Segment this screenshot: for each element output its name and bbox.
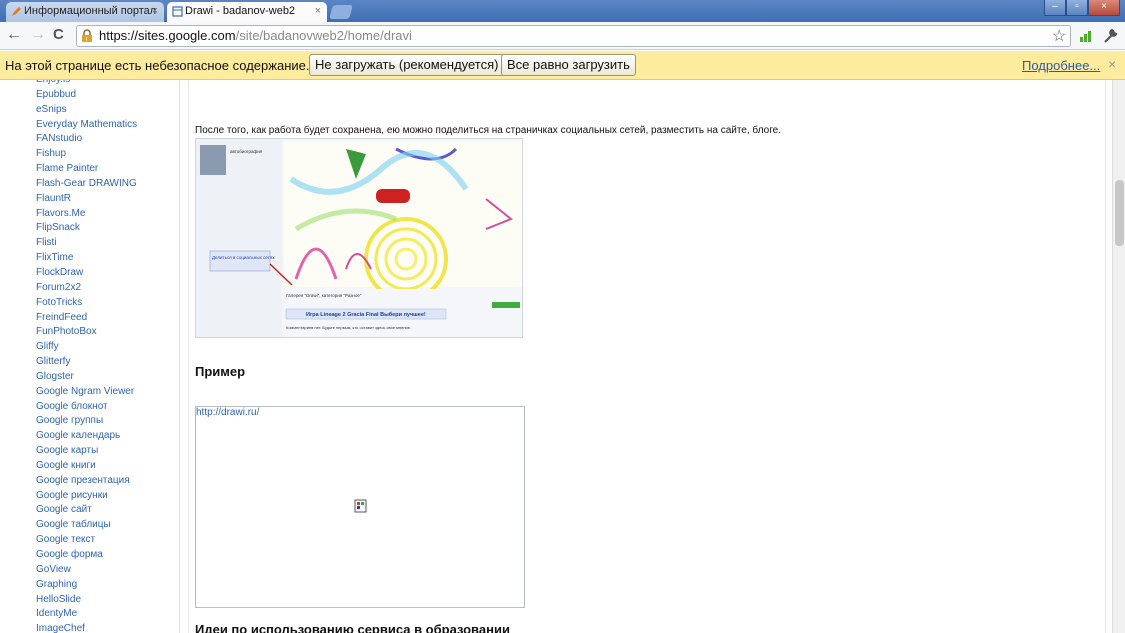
sidebar-link[interactable]: FANstudio (36, 132, 137, 147)
sidebar-link[interactable]: Flame Painter (36, 162, 137, 177)
signal-bars-icon[interactable] (1079, 29, 1093, 43)
sidebar-link[interactable]: FlixTime (36, 251, 137, 266)
sidebar-link[interactable]: Flisti (36, 236, 137, 251)
share-paragraph: После того, как работа будет сохранена, … (195, 125, 781, 136)
reload-icon[interactable]: C (53, 26, 64, 43)
sidebar-link[interactable]: GoView (36, 563, 137, 578)
tab-close-icon[interactable]: × (315, 2, 321, 21)
sidebar-link[interactable]: Google сайт (36, 503, 137, 518)
sidebar-link[interactable]: Google текст (36, 533, 137, 548)
infobar-message: На этой странице есть небезопасное содер… (5, 58, 310, 73)
sidebar-link[interactable]: eSnips (36, 103, 137, 118)
sidebar-link[interactable]: FlockDraw (36, 266, 137, 281)
drawing-illustration: автобиография Делиться в социальных сетя… (196, 139, 522, 337)
sidebar-link[interactable]: ImageChef (36, 622, 137, 633)
sidebar-link[interactable]: Flavors.Me (36, 207, 137, 222)
drawi-screenshot-image: автобиография Делиться в социальных сетя… (195, 138, 523, 338)
sidebar-link[interactable]: Google группы (36, 414, 137, 429)
sidebar-link[interactable]: FotoTricks (36, 296, 137, 311)
sidebar-link[interactable]: Fishup (36, 147, 137, 162)
address-bar[interactable]: ! https://sites.google.com/site/badanovw… (76, 25, 1071, 47)
sidebar-link[interactable]: Google Ngram Viewer (36, 385, 137, 400)
svg-text:!: ! (85, 37, 87, 44)
banner-text: Игра Lineage 2 Gracia Final Выбери лучше… (306, 311, 426, 318)
sidebar-link[interactable]: Google презентация (36, 474, 137, 489)
sidebar-link[interactable]: FlipSnack (36, 221, 137, 236)
embedded-frame: http://drawi.ru/ (195, 406, 525, 608)
share-note-text: Делиться в социальных сетях (212, 255, 275, 260)
sidebar-link[interactable]: Glogster (36, 370, 137, 385)
tab-label: Информационный портал (24, 5, 157, 17)
url-path: /site/badanovweb2/home/dravi (235, 28, 412, 43)
sidebar-link[interactable]: Gliffy (36, 340, 137, 355)
tab-label: Drawi - badanov-web2 (185, 5, 296, 17)
bookmark-star-icon[interactable]: ☆ (1052, 26, 1066, 46)
sidebar-link[interactable]: Google рисунки (36, 489, 137, 504)
sidebar-list: Enjoy.isEpubbudeSnipsEveryday Mathematic… (36, 80, 137, 633)
sidebar-link[interactable]: Google карты (36, 444, 137, 459)
maximize-button[interactable]: ▫ (1066, 0, 1088, 16)
sidebar-link[interactable]: Google таблицы (36, 518, 137, 533)
example-heading: Пример (195, 364, 246, 379)
drawi-link[interactable]: http://drawi.ru/ (196, 407, 259, 418)
sites-favicon-icon (172, 6, 183, 17)
sidebar-link[interactable]: Everyday Mathematics (36, 118, 137, 133)
page-scrollbar[interactable] (1112, 80, 1125, 633)
sidebar-link[interactable]: Google книги (36, 459, 137, 474)
sidebar-link[interactable]: Graphing (36, 578, 137, 593)
insecure-content-infobar: На этой странице есть небезопасное содер… (0, 51, 1125, 80)
back-arrow-icon[interactable]: ← (6, 26, 22, 44)
sidebar-link[interactable]: FunPhotoBox (36, 325, 137, 340)
forward-arrow-icon[interactable]: → (30, 26, 46, 44)
sidebar-link[interactable]: FreindFeed (36, 311, 137, 326)
close-window-button[interactable]: × (1088, 0, 1120, 16)
sidebar-link[interactable]: Google календарь (36, 429, 137, 444)
sidebar-link[interactable]: FlauntR (36, 192, 137, 207)
sidebar-link[interactable]: Enjoy.is (36, 80, 137, 88)
sidebar-link[interactable]: IdentyMe (36, 607, 137, 622)
sidebar-link[interactable]: Forum2x2 (36, 281, 137, 296)
load-anyway-button[interactable]: Все равно загрузить (501, 54, 636, 76)
insecure-lock-icon: ! (82, 29, 92, 44)
more-info-link[interactable]: Подробнее... (1022, 58, 1100, 73)
sidebar-link[interactable]: Google блокнот (36, 400, 137, 415)
tab-info-portal[interactable]: Информационный портал × (6, 2, 164, 22)
infobar-close-icon[interactable]: × (1108, 56, 1116, 72)
dont-load-button[interactable]: Не загружать (рекомендуется) (309, 54, 505, 76)
wrench-icon[interactable] (1102, 28, 1118, 44)
broken-plugin-icon (354, 499, 367, 513)
url-host: https://sites.google.com (99, 28, 236, 43)
author-text: автобиография (230, 149, 263, 154)
sidebar-link[interactable]: Google форма (36, 548, 137, 563)
sidebar-link[interactable]: HelloSlide (36, 593, 137, 608)
minimize-button[interactable]: – (1044, 0, 1066, 16)
gallery-text: Галерея "Drawi", категория "Разное" (286, 293, 362, 298)
sidebar-link[interactable]: Flash-Gear DRAWING (36, 177, 137, 192)
tab-drawi[interactable]: Drawi - badanov-web2 × (167, 2, 327, 22)
browser-toolbar: ← → C ! https://sites.google.com/site/ba… (0, 22, 1125, 50)
sidebar-link[interactable]: Epubbud (36, 88, 137, 103)
main-content: После того, как работа будет сохранена, … (181, 80, 1107, 633)
scrollbar-thumb[interactable] (1115, 180, 1124, 246)
sidebar-nav: Enjoy.isEpubbudeSnipsEveryday Mathematic… (0, 80, 180, 633)
tab-close-icon[interactable]: × (152, 2, 158, 21)
new-tab-button[interactable] (329, 5, 353, 19)
window-titlebar: Информационный портал × Drawi - badanov-… (0, 0, 1125, 22)
ideas-heading: Идеи по использованию сервиса в образова… (195, 622, 510, 633)
comments-text: Комментариев нет. Будьте первым, кто ост… (286, 325, 411, 330)
pencil-favicon-icon (12, 7, 21, 16)
sidebar-link[interactable]: Glitterfy (36, 355, 137, 370)
